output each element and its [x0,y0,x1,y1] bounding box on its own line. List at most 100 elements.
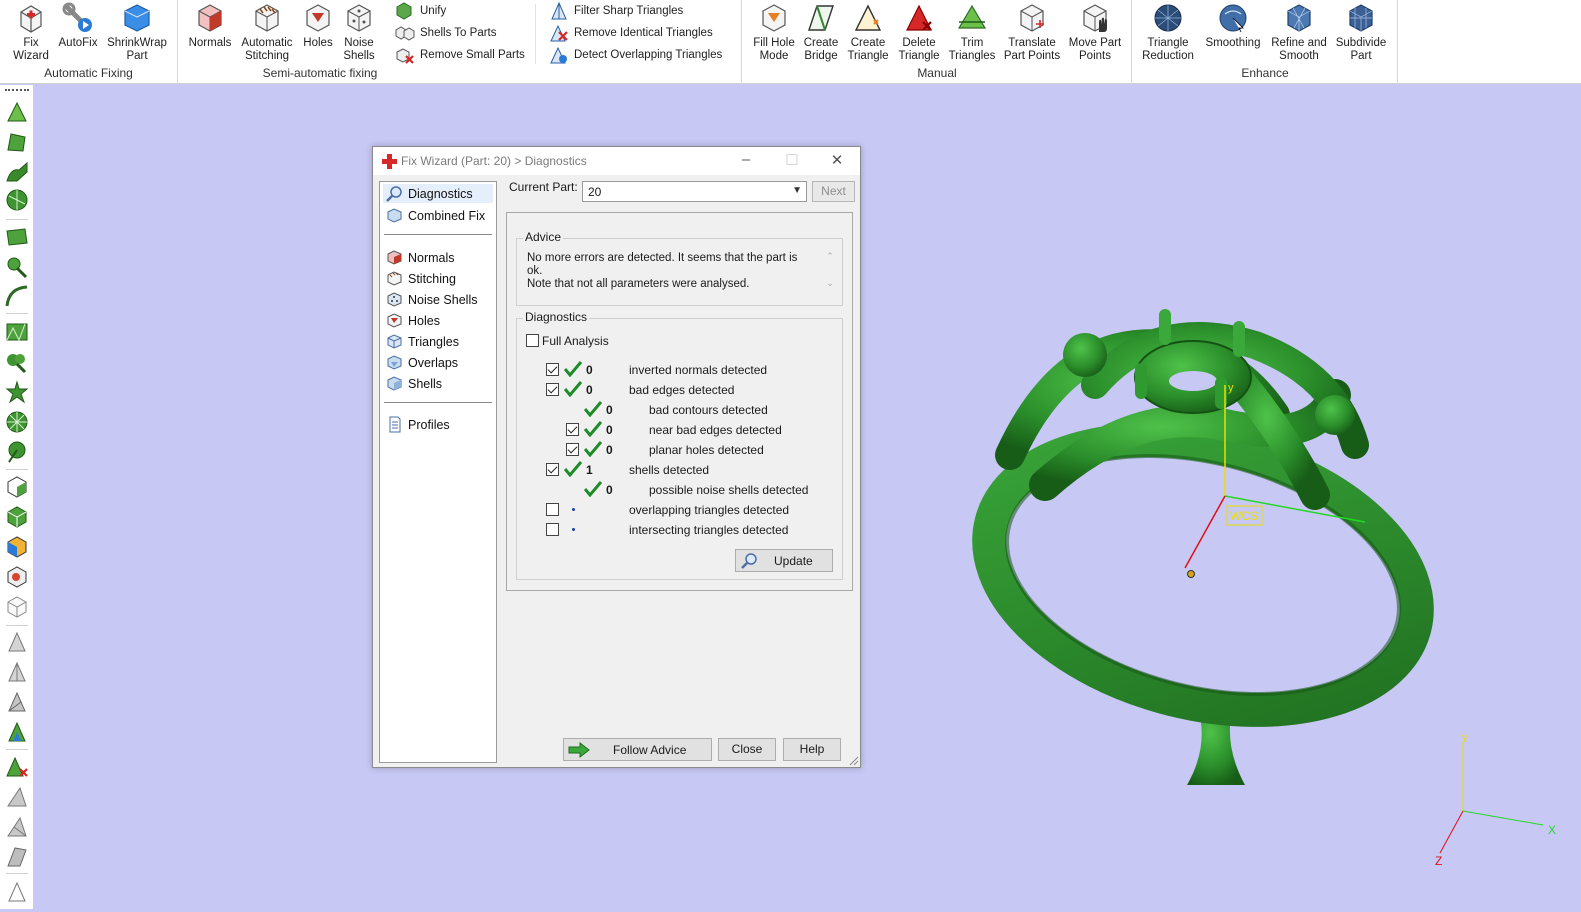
select-shell-icon[interactable] [5,160,29,184]
resize-grip-icon[interactable] [849,756,859,766]
noise-shells-button[interactable]: Noise Shells [341,2,377,63]
detect-overlapping-triangles-button[interactable]: Detect Overlapping Triangles [549,45,722,65]
gray-wedge-icon[interactable] [5,785,29,809]
intersecting-checkbox[interactable] [546,523,559,536]
shrinkwrap-button[interactable]: ShrinkWrap Part [104,2,170,63]
create-triangle-label: Create Triangle [847,37,889,62]
select-sphere-icon[interactable] [5,188,29,212]
full-analysis-checkbox[interactable] [526,334,539,347]
normals-label: Normals [188,37,232,49]
wizard-nav-panel: Diagnostics Combined Fix Normals Stitchi… [379,181,497,763]
part-outline-icon[interactable] [5,595,29,619]
shells-checkbox[interactable] [546,463,559,476]
nav-triangles[interactable]: Triangles [386,333,459,350]
delete-triangle-button[interactable]: Delete Triangle [898,2,940,63]
nav-combined-fix[interactable]: Combined Fix [386,207,485,224]
triangle-reduction-button[interactable]: Triangle Reduction [1139,2,1197,63]
shells-to-parts-button[interactable]: Shells To Parts [395,23,497,43]
wheel-select-icon[interactable] [5,410,29,434]
normals-icon [198,4,222,32]
toolbar-grip[interactable] [5,89,29,91]
delete-green-triangle-icon[interactable] [5,755,29,779]
automatic-stitching-button[interactable]: Automatic Stitching [239,2,295,63]
help-button[interactable]: Help [783,738,841,761]
nav-stitching[interactable]: Stitching [386,270,456,287]
select-curve-icon[interactable] [5,284,29,308]
move-part-points-button[interactable]: Move Part Points [1067,2,1123,63]
translate-part-points-button[interactable]: Translate Part Points [1002,2,1062,63]
inverted-normals-checkbox[interactable] [546,363,559,376]
dialog-titlebar[interactable]: Fix Wizard (Part: 20) > Diagnostics – ☐ … [373,147,860,175]
nav-diagnostics[interactable]: Diagnostics [383,184,493,203]
normals-button[interactable]: Normals [187,2,233,50]
nav-shells[interactable]: Shells [386,375,442,392]
star-select-icon[interactable] [5,380,29,404]
refine-and-smooth-button[interactable]: Refine and Smooth [1267,2,1331,63]
remove-small-parts-button[interactable]: Remove Small Parts [395,45,525,65]
select-surface-icon[interactable] [5,130,29,154]
create-triangle-icon [854,4,882,31]
smoothing-button[interactable]: Smoothing [1203,2,1263,50]
nav-separator [384,234,492,235]
combined-fix-icon [387,208,402,223]
close-window-button[interactable]: ✕ [826,151,848,171]
ring-model[interactable] [961,309,1446,785]
delete-triangle-icon [906,4,932,31]
minimize-button[interactable]: – [735,151,757,171]
colored-triangle-icon[interactable] [5,720,29,744]
follow-advice-button[interactable]: Follow Advice [563,738,712,761]
part-search-icon[interactable] [5,565,29,589]
remove-small-parts-label: Remove Small Parts [420,49,525,61]
gray-slab-icon[interactable] [5,845,29,869]
close-button[interactable]: Close [718,738,776,761]
outline-triangle-icon[interactable] [5,880,29,904]
nav-combined-fix-label: Combined Fix [408,208,486,223]
planar-holes-checkbox[interactable] [566,443,579,456]
near-bad-edges-checkbox[interactable] [566,423,579,436]
green-check-icon [584,421,602,437]
nav-overlaps[interactable]: Overlaps [386,354,458,371]
gray-triangle-split-icon[interactable] [5,660,29,684]
scroll-down-icon[interactable]: ⌄ [824,278,836,289]
lasso-select-icon[interactable] [5,440,29,464]
nav-holes[interactable]: Holes [386,312,440,329]
holes-button[interactable]: Holes [299,2,337,50]
gray-wedge-split-icon[interactable] [5,815,29,839]
move-part-points-label: Move Part Points [1068,37,1122,62]
fix-wizard-button[interactable]: Fix Wizard [10,2,52,63]
fix-wizard-icon [20,5,42,33]
part-box-icon[interactable] [5,475,29,499]
overlapping-checkbox[interactable] [546,503,559,516]
green-check-icon [564,381,582,397]
scroll-up-icon[interactable]: ⌃ [824,251,836,262]
fill-hole-mode-button[interactable]: Fill Hole Mode [751,2,797,63]
gray-triangle-icon[interactable] [5,630,29,654]
nav-noise-shells[interactable]: Noise Shells [386,291,477,308]
remove-identical-triangles-button[interactable]: Remove Identical Triangles [549,23,713,43]
flood-fill-icon[interactable] [5,350,29,374]
current-part-select[interactable]: 20 ▼ [582,181,807,202]
gray-triangle-edge-icon[interactable] [5,690,29,714]
part-green-icon[interactable] [5,505,29,529]
update-button[interactable]: Update [735,549,833,572]
mesh-tool-icon[interactable] [5,320,29,344]
advice-scrollbar[interactable]: ⌃ ⌄ [824,251,836,299]
select-triangle-icon[interactable] [5,100,29,124]
trim-triangles-button[interactable]: Trim Triangles [949,2,995,63]
next-button[interactable]: Next [812,181,855,202]
nav-profiles[interactable]: Profiles [386,416,450,433]
select-plane-icon[interactable] [5,225,29,249]
create-triangle-button[interactable]: Create Triangle [847,2,889,63]
maximize-button[interactable]: ☐ [781,151,803,171]
unify-button[interactable]: Unify [395,1,446,21]
bad-edges-checkbox[interactable] [546,383,559,396]
nav-normals[interactable]: Normals [386,249,455,266]
select-region-icon[interactable] [5,255,29,279]
create-bridge-button[interactable]: Create Bridge [801,2,841,63]
wcs-y-label: y [1228,382,1234,394]
part-color-icon[interactable] [5,535,29,559]
filter-sharp-triangles-button[interactable]: Filter Sharp Triangles [549,1,683,21]
triangle-reduction-icon [1154,4,1182,32]
subdivide-part-button[interactable]: Subdivide Part [1333,2,1389,63]
autofix-button[interactable]: AutoFix [57,2,99,50]
